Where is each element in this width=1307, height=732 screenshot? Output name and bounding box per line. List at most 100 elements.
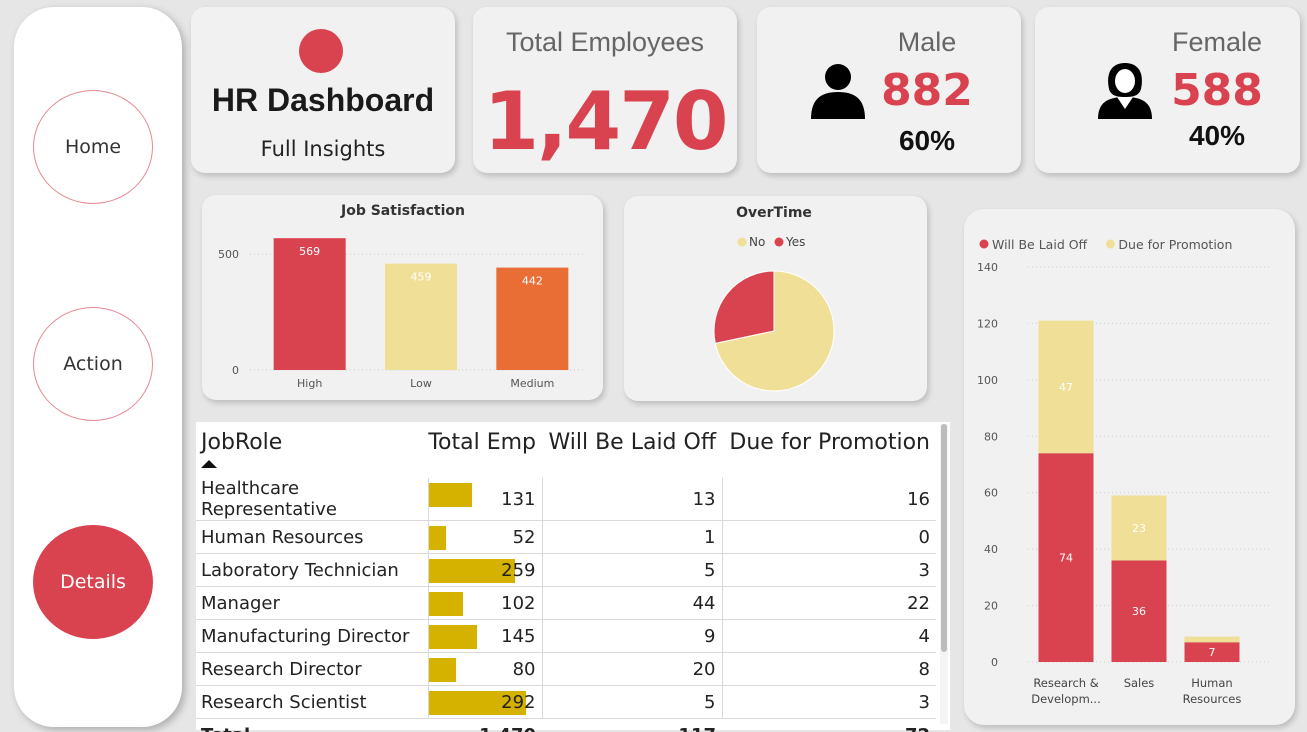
table-row[interactable]: Research Director 80 20 8 <box>196 652 936 686</box>
cell-total-emp: 1,470 <box>428 718 542 732</box>
layoff-promotion-card: Will Be Laid Off Due for Promotion 0 20 40 60… <box>964 209 1295 725</box>
pie-slice[interactable] <box>713 270 775 344</box>
data-label: 459 <box>411 271 432 284</box>
cell-jobrole: Research Director <box>196 652 428 686</box>
cell-jobrole: Human Resources <box>196 520 428 554</box>
y-tick-label: 120 <box>977 317 998 330</box>
cell-laid-off: 5 <box>541 553 722 587</box>
job-satisfaction-card: Job Satisfaction 0 500 569 High 459 Low 442 Med… <box>202 195 603 400</box>
table-row[interactable]: Healthcare Representative 131 13 16 <box>196 478 936 521</box>
cell-total-emp: 131 <box>427 478 542 521</box>
x-tick-label: Research & <box>1033 676 1098 690</box>
table-scrollbar-thumb[interactable] <box>941 424 947 652</box>
male-percent: 60% <box>898 125 956 156</box>
cell-total-promotion: 72 <box>722 718 936 732</box>
cell-total-emp: 80 <box>427 652 542 686</box>
cell-laid-off: 1 <box>541 520 722 554</box>
legend-label: Will Be Laid Off <box>992 237 1088 252</box>
cell-promotion: 3 <box>721 685 936 719</box>
cell-total-emp-value: 102 <box>501 592 536 614</box>
male-card: Male 882 60% <box>757 7 1021 173</box>
data-label: 74 <box>1059 552 1073 565</box>
female-label: Female <box>1171 27 1263 57</box>
cell-laid-off: 20 <box>541 652 722 686</box>
cell-total-emp: 52 <box>427 520 542 554</box>
x-tick-label: Resources <box>1183 692 1242 706</box>
x-tick-label: High <box>297 377 322 390</box>
legend-marker <box>774 237 784 247</box>
job-satisfaction-title: Job Satisfaction <box>340 203 465 219</box>
cell-promotion: 16 <box>721 478 936 521</box>
legend-marker <box>737 237 747 247</box>
sidebar: Home Action Details <box>14 7 182 727</box>
layoff-promotion-chart: Will Be Laid Off Due for Promotion 0 20 40 60… <box>977 237 1272 706</box>
cell-laid-off: 13 <box>541 478 722 521</box>
col-header-total-emp[interactable]: Total Emp <box>428 422 542 478</box>
overtime-title: OverTime <box>736 205 812 221</box>
female-value: 588 <box>1171 65 1263 116</box>
table-row[interactable]: Human Resources 52 1 0 <box>196 520 936 554</box>
legend-marker <box>979 239 989 249</box>
cell-total-emp-value: 292 <box>501 691 536 713</box>
cell-total-emp-value: 80 <box>512 658 536 680</box>
page-title: HR Dashboard <box>211 82 435 118</box>
total-employees-card: Total Employees 1,470 <box>473 7 737 173</box>
cell-total-emp-value: 52 <box>512 526 536 548</box>
job-role-table: JobRole Total Emp Will Be Laid Off Due f… <box>196 422 936 732</box>
cell-total-emp-value: 131 <box>501 488 536 510</box>
cell-total-emp-value: 259 <box>501 559 536 581</box>
cell-jobrole: Research Scientist <box>196 685 428 719</box>
cell-total-label: Total <box>196 718 428 732</box>
x-tick-label: Developm... <box>1031 692 1101 706</box>
data-bar <box>428 625 477 649</box>
y-tick-label: 20 <box>984 600 998 613</box>
data-label: 7 <box>1209 646 1216 659</box>
cell-laid-off: 5 <box>541 685 722 719</box>
female-user-icon <box>1098 63 1152 119</box>
male-label: Male <box>897 27 957 57</box>
col-header-promotion[interactable]: Due for Promotion <box>722 422 936 478</box>
y-tick-label: 0 <box>232 364 239 377</box>
cell-jobrole: Laboratory Technician <box>196 553 428 587</box>
table-row[interactable]: Research Scientist 292 5 3 <box>196 685 936 719</box>
y-tick-label: 140 <box>977 261 998 274</box>
total-employees-label: Total Employees <box>505 27 705 57</box>
nav-details-button[interactable]: Details <box>33 525 153 639</box>
table-row[interactable]: Manager 102 44 22 <box>196 586 936 620</box>
table-row[interactable]: Manufacturing Director 145 9 4 <box>196 619 936 653</box>
cell-total-emp-value: 145 <box>501 625 536 647</box>
cell-laid-off: 44 <box>541 586 722 620</box>
data-bar <box>428 483 472 507</box>
nav-action-button[interactable]: Action <box>33 307 153 421</box>
job-satisfaction-chart: Job Satisfaction 0 500 569 High 459 Low 442 Med… <box>218 203 584 390</box>
stacked-bar-segment[interactable] <box>1184 636 1240 643</box>
data-bar <box>428 658 456 682</box>
y-tick-label: 60 <box>984 487 998 500</box>
cell-promotion: 4 <box>721 619 936 653</box>
sort-ascending-icon <box>201 460 217 468</box>
table-row[interactable]: Laboratory Technician 259 5 3 <box>196 553 936 587</box>
overtime-chart: OverTime No Yes <box>713 205 835 392</box>
male-user-icon <box>811 64 865 119</box>
col-header-jobrole[interactable]: JobRole <box>196 422 428 478</box>
data-label: 47 <box>1059 381 1073 394</box>
cell-promotion: 0 <box>721 520 936 554</box>
job-role-table-card: JobRole Total Emp Will Be Laid Off Due f… <box>196 422 950 732</box>
x-tick-label: Sales <box>1124 676 1155 690</box>
page-subtitle: Full Insights <box>260 137 386 161</box>
data-bar <box>428 526 446 550</box>
logo-dot-icon <box>299 29 343 73</box>
cell-jobrole: Manufacturing Director <box>196 619 428 653</box>
y-tick-label: 100 <box>977 374 998 387</box>
cell-total-emp: 145 <box>427 619 542 653</box>
data-label: 442 <box>522 275 543 288</box>
x-tick-label: Low <box>410 377 432 390</box>
female-card: Female 588 40% <box>1035 7 1300 173</box>
col-header-laid-off[interactable]: Will Be Laid Off <box>542 422 722 478</box>
table-total-row: Total1,47011772 <box>196 718 936 732</box>
nav-home-button[interactable]: Home <box>33 90 153 204</box>
y-tick-label: 80 <box>984 430 998 443</box>
cell-jobrole: Manager <box>196 586 428 620</box>
data-label: 23 <box>1132 522 1146 535</box>
cell-promotion: 3 <box>721 553 936 587</box>
